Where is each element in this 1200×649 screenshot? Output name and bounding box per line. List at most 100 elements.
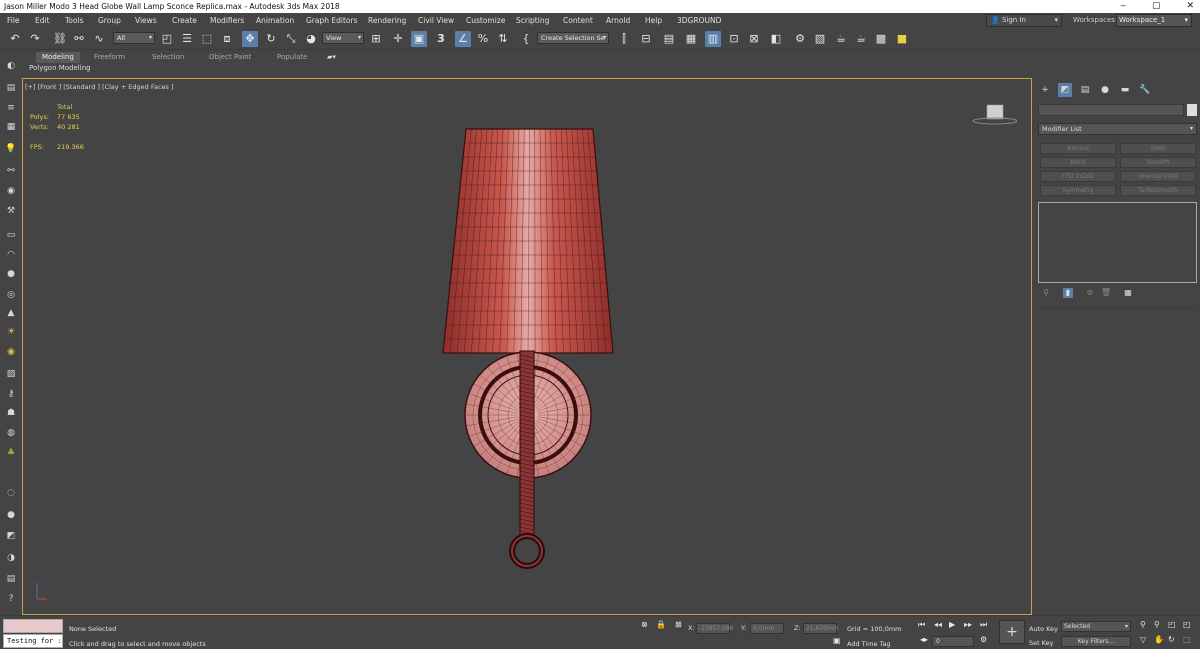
configure-sets-icon[interactable]: ▦ [1123,288,1133,298]
schematic-view-icon[interactable]: ⊠ [746,31,762,47]
render-icon[interactable]: ◑ [4,551,18,565]
modifier-smooth-button[interactable]: Smooth [1120,157,1196,168]
display-tab-icon[interactable]: ▬ [1118,83,1132,97]
isolate-selection-icon[interactable]: ⊗ [641,620,648,629]
modifier-normal-button[interactable]: Normal [1040,143,1116,154]
pan-icon[interactable]: ✋ [1154,635,1164,644]
snaps-toggle-icon[interactable]: 3 [433,31,449,47]
object-name-field[interactable] [1038,104,1184,116]
modifier-list-dropdown[interactable]: Modifier List [1038,123,1197,135]
menu-rendering[interactable]: Rendering [368,13,406,28]
rectangular-selection-icon[interactable]: ⬚ [199,31,215,47]
select-and-scale-icon[interactable]: ⤡ [283,31,299,47]
spiral-icon[interactable]: ◌ [4,486,18,500]
menu-modifiers[interactable]: Modifiers [210,13,244,28]
remove-modifier-icon[interactable]: 🗑 [1101,288,1111,298]
viewport-layout-icon[interactable]: ◐ [4,59,18,73]
menu-graph-editors[interactable]: Graph Editors [306,13,358,28]
previous-frame-icon[interactable]: ◂◂ [934,620,942,629]
maxscript-mini-listener[interactable] [3,619,63,633]
modifier-symmetry-button[interactable]: Symmetry [1040,185,1116,196]
set-key-icon[interactable]: + [999,620,1025,644]
menu-edit[interactable]: Edit [35,13,50,28]
goto-start-icon[interactable]: ⏮ [918,620,925,630]
play-icon[interactable]: ▶ [949,620,955,629]
angle-snap-icon[interactable]: ∠ [455,31,471,47]
grid-icon[interactable]: ▨ [4,367,18,381]
render-setup-icon[interactable]: ⚙ [792,31,808,47]
x-coordinate-field[interactable]: -23857,086 [696,623,734,634]
minimize-button[interactable]: ‒ [1120,0,1126,13]
z-coordinate-field[interactable]: 21,670mm [803,623,839,634]
menu-scripting[interactable]: Scripting [516,13,549,28]
scene-states-icon[interactable]: ◩ [4,529,18,543]
modifier-stack[interactable] [1038,202,1197,283]
tab-freeform[interactable]: Freeform [94,52,125,63]
target-icon[interactable]: ◉ [4,345,18,359]
window-crossing-icon[interactable]: ⧈ [219,31,235,47]
object-color-swatch[interactable] [1187,104,1197,116]
pivot-center-icon[interactable]: ⊞ [368,31,384,47]
maxscript-input[interactable]: Testing for : [3,634,63,648]
rendered-frame-window-icon[interactable]: ▧ [812,31,828,47]
modifier-unwrap-uvw-button[interactable]: Unwrap UVW [1120,171,1196,182]
pin-stack-icon[interactable]: ⚲ [1041,288,1051,298]
tab-modeling[interactable]: Modeling [36,52,80,63]
zoom-all-icon[interactable]: ⚲ [1154,620,1160,629]
menu-arnold[interactable]: Arnold [606,13,630,28]
utility-icon[interactable]: ⚒ [4,204,18,218]
menu-3dground[interactable]: 3DGROUND [677,13,721,28]
absolute-mode-icon[interactable]: ⊠ [675,620,682,629]
orbit-icon[interactable]: ↻ [1168,635,1175,644]
material-editor-icon[interactable]: ◧ [768,31,784,47]
redo-icon[interactable]: ↷ [27,31,43,47]
object-list-icon[interactable]: ▤ [4,81,18,95]
torus-icon[interactable]: ◎ [4,288,18,302]
add-time-tag[interactable]: Add Time Tag [847,640,891,648]
pyramid-icon[interactable]: ▲ [4,306,18,320]
workspace-select[interactable]: Workspace_1 ▾ [1116,14,1192,27]
motion-tab-icon[interactable]: ● [1098,83,1112,97]
viewport-front[interactable]: [+] [Front ] [Standard ] [Clay + Edged F… [22,78,1032,615]
key-selection-dropdown[interactable]: Selected ▾ [1061,621,1131,632]
ribbon-toggle-icon[interactable]: ▥ [705,31,721,47]
menu-create[interactable]: Create [172,13,197,28]
utilities-tab-icon[interactable]: 🔧 [1138,83,1152,97]
show-end-result-icon[interactable]: ▮ [1063,288,1073,298]
bone-icon[interactable]: ⚷ [4,387,18,401]
material-sphere-icon[interactable]: ● [4,508,18,522]
bind-space-warp-icon[interactable]: ∿ [91,31,107,47]
menu-help[interactable]: Help [645,13,662,28]
layer-explorer-icon[interactable]: ▦ [683,31,699,47]
menu-file[interactable]: File [7,13,20,28]
sign-in-dropdown[interactable]: 👤 Sign In ▾ [986,14,1062,27]
modify-tab-icon[interactable]: ◩ [1058,83,1072,97]
hierarchy-tab-icon[interactable]: ▤ [1078,83,1092,97]
cone-icon[interactable]: ◠ [4,248,18,262]
maximize-viewport-icon[interactable]: ⬚ [1183,635,1191,644]
menu-content[interactable]: Content [563,13,593,28]
percent-snap-icon[interactable]: % [475,31,491,47]
maximize-button[interactable]: ▢ [1152,0,1161,13]
modifier-turbosmooth-button[interactable]: TurboSmooth [1120,185,1196,196]
modifier-shell-button[interactable]: Shell [1120,143,1196,154]
render-production-icon[interactable]: ☕ [833,31,849,47]
help-icon[interactable]: ? [4,592,18,606]
hierarchy-icon[interactable]: ⚯ [4,164,18,178]
menu-tools[interactable]: Tools [65,13,83,28]
time-tag-icon[interactable]: ▣ [833,636,841,645]
key-filters-button[interactable]: Key Filters... [1061,636,1131,647]
named-selection-set-dropdown[interactable]: Create Selection Se [537,32,609,44]
render-iterative-icon[interactable]: ☕ [853,31,869,47]
modifier-bend-button[interactable]: Bend [1040,157,1116,168]
globe-icon[interactable]: ◍ [4,426,18,440]
selection-lock-icon[interactable]: 🔒 [656,620,666,629]
key-mode-icon[interactable]: ◂▸ [920,635,928,644]
curve-editor-icon[interactable]: ⊡ [726,31,742,47]
asset-library-icon[interactable]: ■ [894,31,910,47]
tab-selection[interactable]: Selection [152,52,184,63]
zoom-icon[interactable]: ⚲ [1140,620,1146,629]
menu-civil-view[interactable]: Civil View [418,13,454,28]
current-frame-field[interactable]: 0 [932,636,974,647]
close-button[interactable]: ✕ [1186,0,1194,13]
